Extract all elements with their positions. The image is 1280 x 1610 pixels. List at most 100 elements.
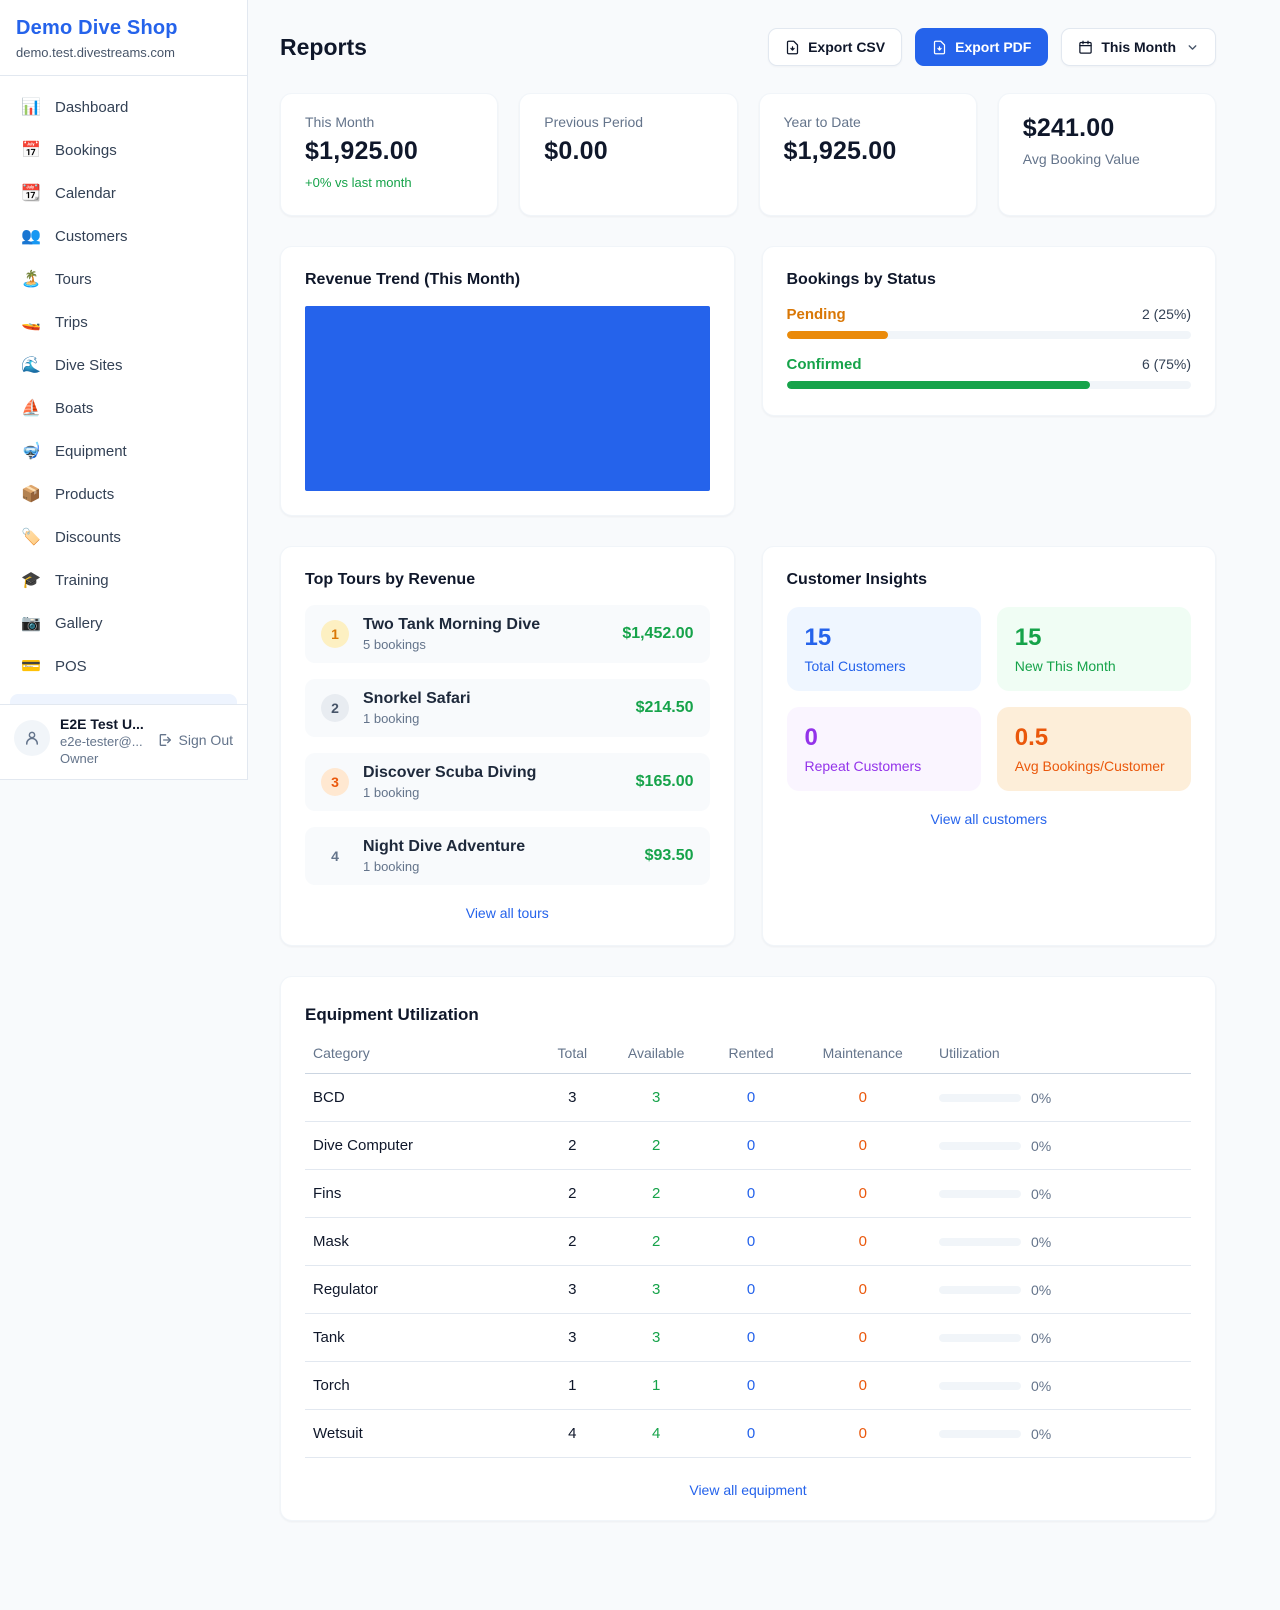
user-name: E2E Test U... [60,716,144,732]
equipment-table-row: Mask 2 2 0 0 0% [305,1218,1191,1266]
equipment-available: 2 [605,1218,708,1266]
equipment-utilization-cell: 0% [931,1314,1191,1362]
export-pdf-label: Export PDF [955,39,1031,55]
equipment-total: 3 [540,1266,605,1314]
equipment-category: Tank [305,1314,540,1362]
tour-list-item[interactable]: 3 Discover Scuba Diving 1 booking $165.0… [305,753,710,811]
export-pdf-button[interactable]: Export PDF [915,28,1048,66]
equipment-total: 2 [540,1218,605,1266]
equipment-utilization-cell: 0% [931,1122,1191,1170]
view-all-tours-link[interactable]: View all tours [305,905,710,921]
sidebar-nav-item[interactable]: 🚤 Trips [10,302,237,342]
equipment-available: 2 [605,1122,708,1170]
utilization-bar [939,1382,1021,1390]
nav-item-icon: 🏝️ [20,269,42,289]
insight-tile: 0 Repeat Customers [787,707,981,791]
bookings-status-list: Pending 2 (25%) Confirmed 6 (75%) [787,306,1192,389]
sidebar-header: Demo Dive Shop demo.test.divestreams.com [0,0,247,76]
view-all-customers-link[interactable]: View all customers [787,811,1192,827]
equipment-rented: 0 [708,1410,795,1458]
insight-label: Total Customers [805,658,963,674]
user-role: Owner [60,751,144,766]
equipment-maintenance: 0 [794,1362,931,1410]
sidebar-nav-item[interactable]: 📦 Products [10,474,237,514]
sidebar-nav-item[interactable]: 💳 POS [10,646,237,686]
col-header-maintenance: Maintenance [794,1045,931,1074]
sidebar-nav-item[interactable]: 📷 Gallery [10,603,237,643]
sidebar-nav-item[interactable]: 🌊 Dive Sites [10,345,237,385]
nav-item-label: Tours [55,271,92,288]
insight-value: 15 [1015,624,1173,652]
sign-out-button[interactable]: Sign Out [157,732,233,748]
insight-label: Repeat Customers [805,758,963,774]
insight-value: 15 [805,624,963,652]
user-info: E2E Test U... e2e-tester@... Owner [60,716,144,766]
equipment-utilization-cell: 0% [931,1410,1191,1458]
tour-revenue: $214.50 [636,699,694,717]
insight-value: 0.5 [1015,724,1173,752]
utilization-percent: 0% [1031,1330,1051,1346]
nav-item-icon: 📷 [20,613,42,633]
tour-name: Night Dive Adventure [363,838,525,856]
equipment-table-row: Torch 1 1 0 0 0% [305,1362,1191,1410]
revenue-trend-card: Revenue Trend (This Month) [280,246,735,516]
sidebar-nav-item[interactable]: 📊 Dashboard [10,87,237,127]
equipment-category: Dive Computer [305,1122,540,1170]
sidebar-nav-item[interactable]: 📅 Bookings [10,130,237,170]
stats-row: This Month $1,925.00 +0% vs last month P… [280,93,1216,216]
sidebar: Demo Dive Shop demo.test.divestreams.com… [0,0,248,780]
utilization-percent: 0% [1031,1186,1051,1202]
tour-revenue: $93.50 [645,847,694,865]
equipment-category: BCD [305,1074,540,1122]
status-bar-track [787,331,1192,339]
sidebar-user-footer: E2E Test U... e2e-tester@... Owner Sign … [0,704,247,779]
equipment-utilization-cell: 0% [931,1218,1191,1266]
nav-item-label: Equipment [55,443,127,460]
shop-name: Demo Dive Shop [16,17,231,40]
equipment-table-row: Tank 3 3 0 0 0% [305,1314,1191,1362]
charts-row: Revenue Trend (This Month) Bookings by S… [280,246,1216,516]
tour-list-item[interactable]: 1 Two Tank Morning Dive 5 bookings $1,45… [305,605,710,663]
sidebar-nav-item[interactable]: 🤿 Equipment [10,431,237,471]
utilization-percent: 0% [1031,1426,1051,1442]
sidebar-nav-item[interactable]: 👥 Customers [10,216,237,256]
view-all-equipment-link[interactable]: View all equipment [305,1482,1191,1498]
top-tours-title: Top Tours by Revenue [305,571,710,589]
sidebar-nav-item[interactable]: 🎓 Training [10,560,237,600]
equipment-utilization-cell: 0% [931,1266,1191,1314]
sidebar-nav-item[interactable]: 🏝️ Tours [10,259,237,299]
stat-value: $241.00 [1023,114,1191,143]
tour-list-item[interactable]: 2 Snorkel Safari 1 booking $214.50 [305,679,710,737]
sidebar-nav-item[interactable]: 🏷️ Discounts [10,517,237,557]
nav-item-label: Products [55,486,114,503]
chevron-down-icon [1186,41,1199,54]
top-tours-card: Top Tours by Revenue 1 Two Tank Morning … [280,546,735,946]
header-actions: Export CSV Export PDF This Month [768,28,1216,66]
stat-label: Avg Booking Value [1023,151,1191,167]
nav-item-icon: 🚤 [20,312,42,332]
equipment-table-row: Dive Computer 2 2 0 0 0% [305,1122,1191,1170]
equipment-title: Equipment Utilization [305,1005,1191,1025]
sidebar-nav-item[interactable]: ⛵ Boats [10,388,237,428]
tour-name: Snorkel Safari [363,690,471,708]
insights-row: Top Tours by Revenue 1 Two Tank Morning … [280,546,1216,946]
status-label: Pending [787,306,846,323]
nav-item-label: POS [55,658,87,675]
tour-name: Discover Scuba Diving [363,764,536,782]
period-dropdown[interactable]: This Month [1061,28,1216,66]
equipment-total: 2 [540,1170,605,1218]
sidebar-nav-item[interactable]: 📆 Calendar [10,173,237,213]
equipment-maintenance: 0 [794,1170,931,1218]
export-csv-button[interactable]: Export CSV [768,28,902,66]
period-label: This Month [1101,39,1176,55]
tour-bookings-count: 5 bookings [363,637,540,652]
insight-tile: 0.5 Avg Bookings/Customer [997,707,1191,791]
equipment-table: Category Total Available Rented Maintena… [305,1045,1191,1458]
equipment-rented: 0 [708,1122,795,1170]
equipment-rented: 0 [708,1266,795,1314]
tour-revenue: $1,452.00 [622,625,693,643]
nav-item-label: Bookings [55,142,117,159]
tour-rank-badge: 1 [321,620,349,648]
tour-list-item[interactable]: 4 Night Dive Adventure 1 booking $93.50 [305,827,710,885]
nav-item-label: Training [55,572,109,589]
